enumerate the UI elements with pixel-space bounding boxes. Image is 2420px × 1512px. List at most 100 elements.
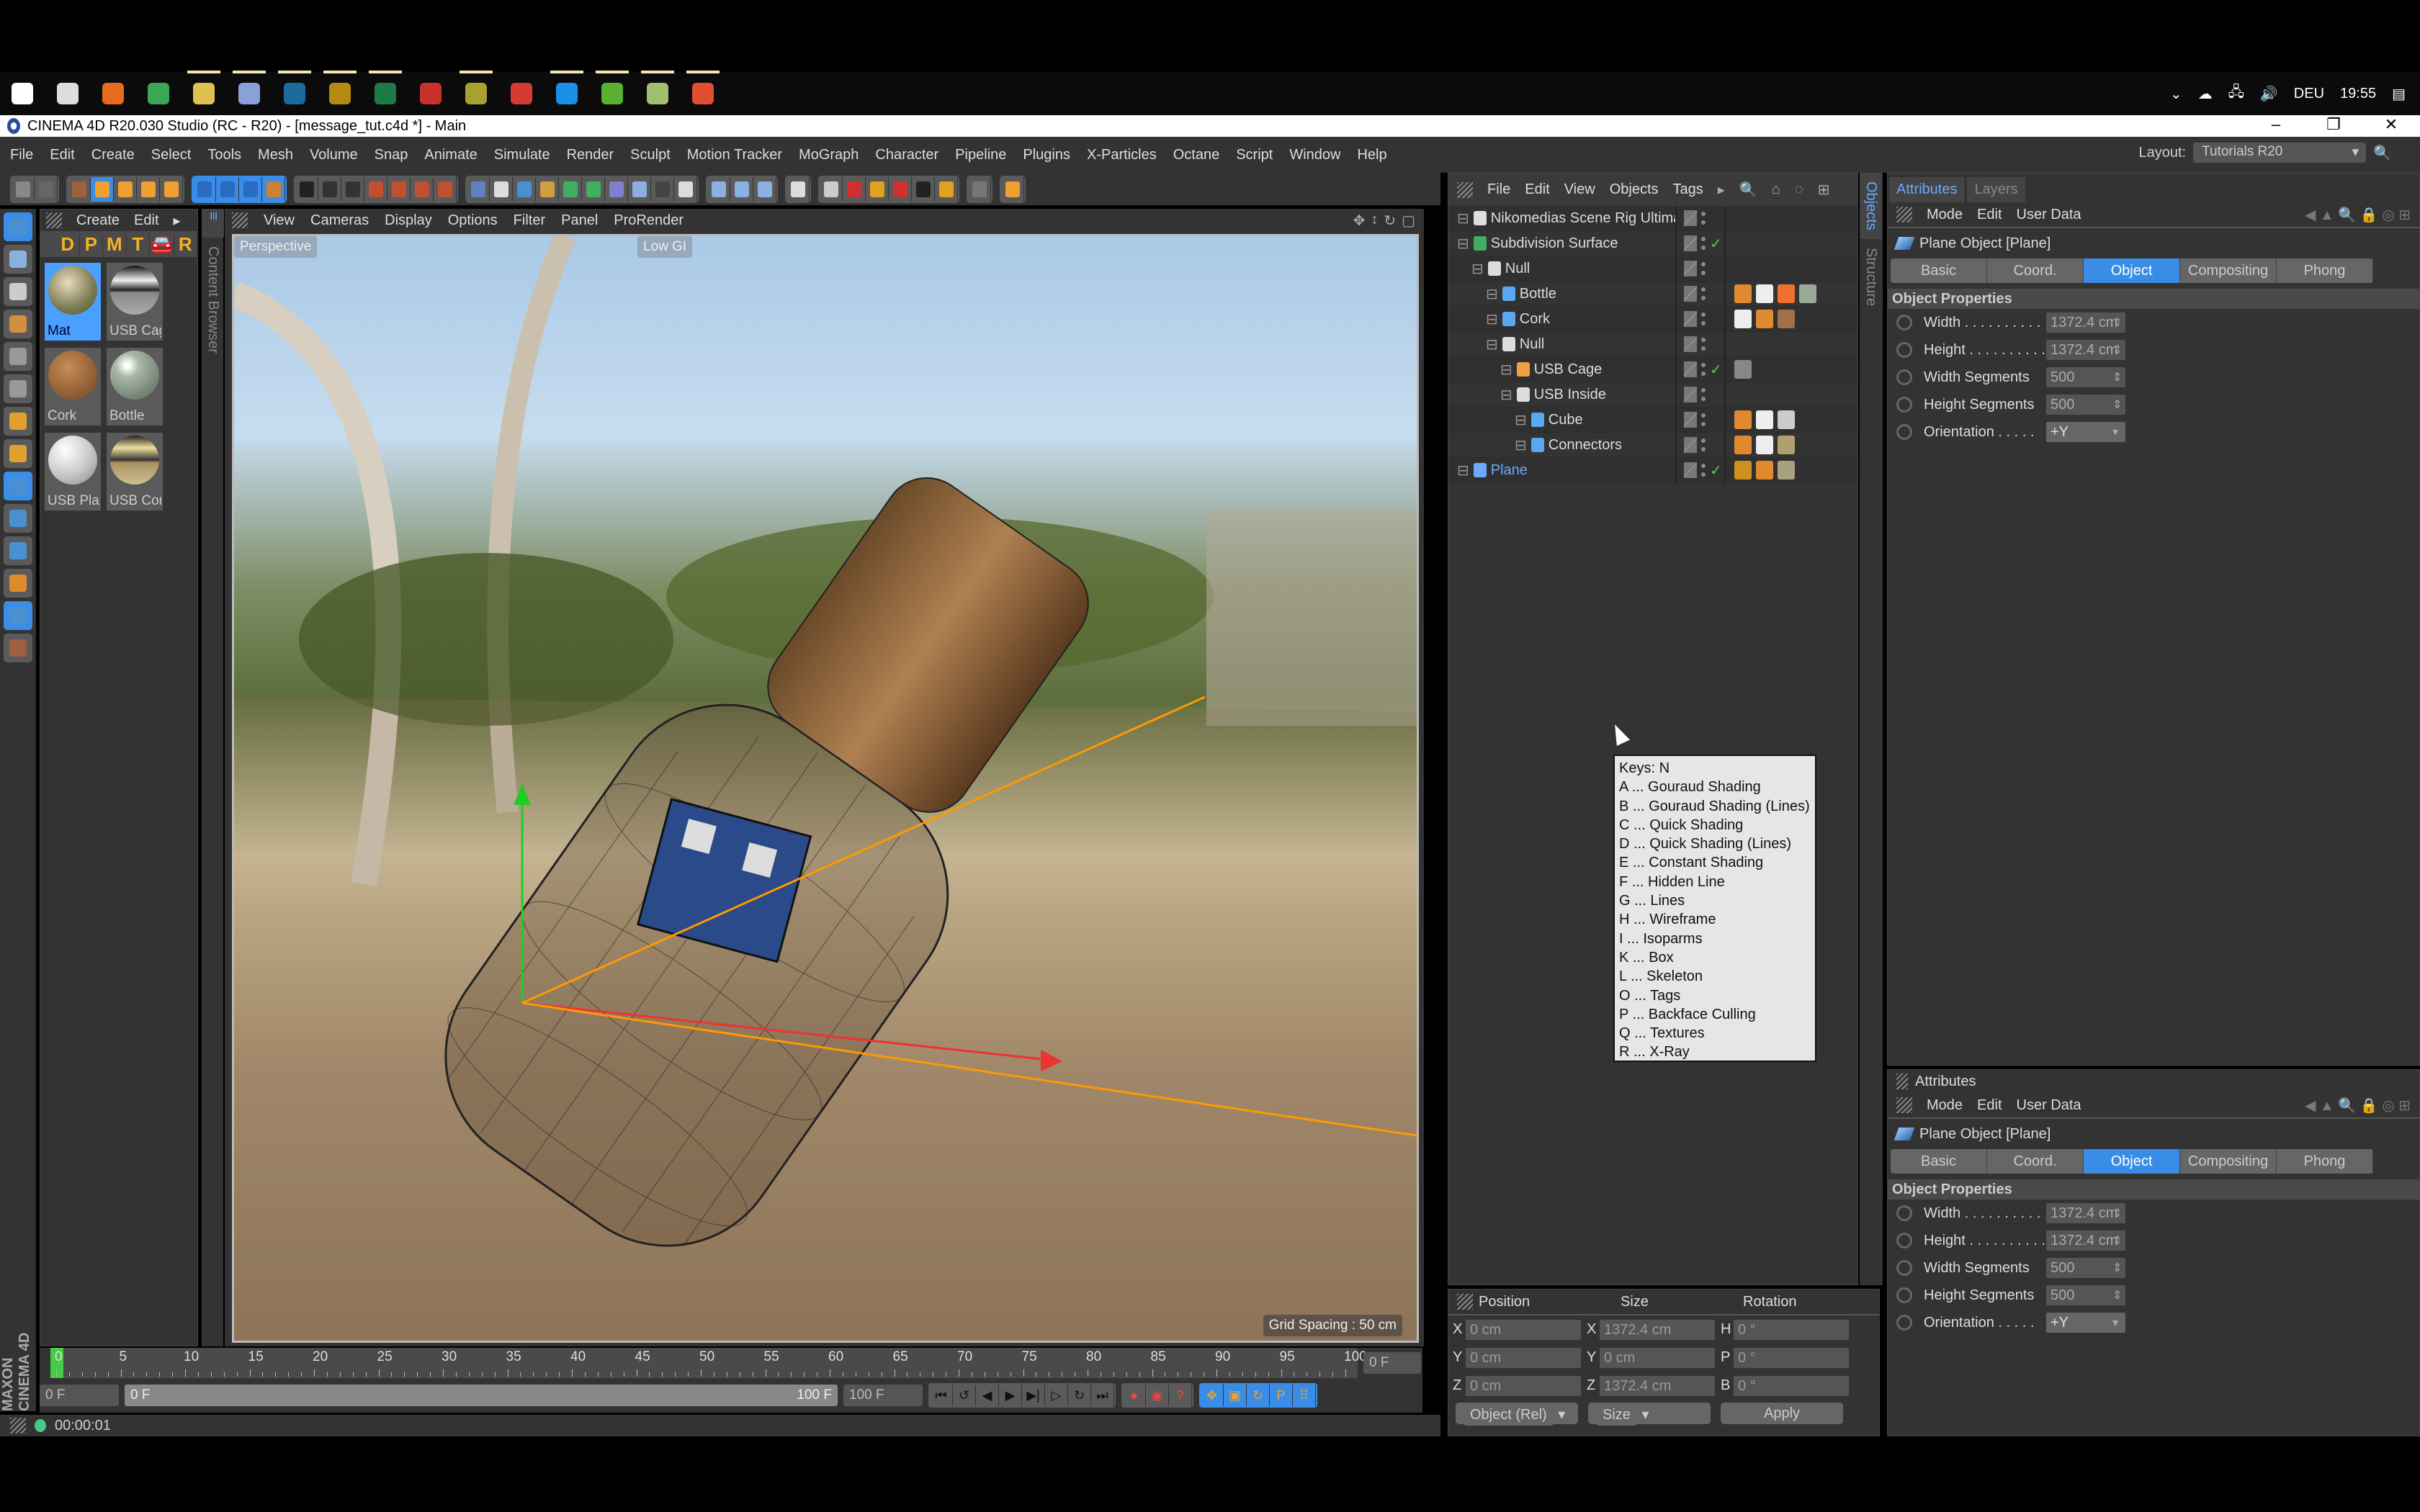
- vivaldi-icon[interactable]: [511, 83, 532, 104]
- transport-button-0[interactable]: ⏮: [930, 1385, 953, 1406]
- object-menu-objects[interactable]: Objects: [1610, 181, 1659, 198]
- material-tool-2[interactable]: M: [103, 233, 127, 256]
- cortana-search-icon[interactable]: [57, 83, 79, 104]
- frame-range-slider[interactable]: 0 F 100 F: [125, 1385, 838, 1406]
- display-tag-icon[interactable]: [1734, 461, 1752, 480]
- material-menu-edit[interactable]: Edit: [134, 212, 158, 229]
- render-region-button[interactable]: [295, 176, 318, 202]
- viewport-menu-display[interactable]: Display: [385, 212, 432, 229]
- workplane-lock-button[interactable]: [4, 601, 32, 630]
- render-to-picture-viewer-button[interactable]: [364, 176, 387, 202]
- stepper-arrows-icon[interactable]: ⇕: [2112, 397, 2122, 412]
- content-browser-label[interactable]: Content Browser: [202, 238, 224, 362]
- selection-tag-icon[interactable]: [1778, 284, 1795, 303]
- 3d-viewport[interactable]: Perspective Low GI Grid Spacing : 50 cm: [232, 234, 1419, 1343]
- layer-toggle-icon[interactable]: [1684, 261, 1697, 276]
- visibility-dots-icon[interactable]: [1701, 462, 1706, 478]
- chevron-down-icon[interactable]: ▾: [2112, 1315, 2118, 1330]
- tree-expand-icon[interactable]: ⊟: [1500, 361, 1512, 379]
- visibility-dots-icon[interactable]: [1701, 286, 1706, 302]
- excel-icon[interactable]: [369, 71, 402, 104]
- search-icon[interactable]: 🔍: [1739, 181, 1757, 199]
- viewport-menu-filter[interactable]: Filter: [514, 212, 545, 229]
- object-row[interactable]: ⊟ Subdivision Surface ✓: [1448, 230, 1857, 256]
- premiere-icon[interactable]: [323, 71, 357, 104]
- scale-button[interactable]: [114, 176, 137, 202]
- material-tool-1[interactable]: P: [80, 233, 104, 256]
- minimize-button[interactable]: –: [2247, 115, 2305, 134]
- new-view-icon[interactable]: ⊞: [1818, 181, 1830, 199]
- transport-button-4[interactable]: ▶|: [1022, 1385, 1045, 1406]
- clock[interactable]: 19:55: [2340, 86, 2376, 102]
- transport-button-1[interactable]: ↺: [953, 1385, 976, 1406]
- redo-button[interactable]: [35, 176, 58, 202]
- attributes-menu-user-data[interactable]: User Data: [2017, 207, 2081, 223]
- attributes-menu-edit[interactable]: Edit: [1977, 207, 2002, 223]
- visibility-dots-icon[interactable]: [1701, 336, 1706, 352]
- octane-download-button[interactable]: [935, 176, 958, 202]
- layer-toggle-icon[interactable]: [1684, 462, 1697, 478]
- make-editable-button[interactable]: [4, 212, 32, 241]
- animate-radio-icon[interactable]: [1896, 1287, 1912, 1303]
- attributes-menu-mode[interactable]: Mode: [1927, 207, 1963, 223]
- cinema4d-icon[interactable]: [233, 71, 266, 104]
- tab-coord[interactable]: Coord.: [1987, 258, 2084, 283]
- layer-toggle-icon[interactable]: [1684, 286, 1697, 302]
- home-icon[interactable]: ⌂: [1772, 181, 1780, 198]
- menu-help[interactable]: Help: [1357, 147, 1386, 163]
- x-axis-button[interactable]: [193, 176, 216, 202]
- timeline-ruler[interactable]: 0 5 10 15 20 25 30 35 40 45 50 55 60 65 70 75 80 85 90 95 10…: [50, 1348, 1367, 1378]
- points-mode-button[interactable]: [707, 176, 730, 202]
- volume-icon[interactable]: 🔊: [2260, 85, 2278, 103]
- record-button-1[interactable]: ◉: [1146, 1385, 1169, 1406]
- tree-expand-icon[interactable]: ⊟: [1486, 310, 1498, 328]
- polygons-mode-button[interactable]: [753, 176, 776, 202]
- layer-toggle-icon[interactable]: [1684, 387, 1697, 402]
- object-menu-tags[interactable]: Tags: [1673, 181, 1703, 198]
- restore-button[interactable]: ❐: [2305, 115, 2362, 134]
- material-menu-create[interactable]: Create: [76, 212, 120, 229]
- visibility-dots-icon[interactable]: [1701, 210, 1706, 226]
- octane-settings-button[interactable]: [866, 176, 889, 202]
- layer-toggle-icon[interactable]: [1684, 361, 1697, 377]
- sculpt-brush-button[interactable]: [4, 569, 32, 598]
- acrobat-icon[interactable]: [420, 83, 442, 104]
- maximize-view-icon[interactable]: ▢: [1402, 212, 1415, 230]
- material-tool-4[interactable]: 🚘: [150, 233, 174, 256]
- onedrive-icon[interactable]: ☁: [2198, 85, 2213, 103]
- menu-create[interactable]: Create: [91, 147, 135, 163]
- layer-toggle-icon[interactable]: [1684, 336, 1697, 352]
- menu-animate[interactable]: Animate: [424, 147, 477, 163]
- menu-mograph[interactable]: MoGraph: [799, 147, 859, 163]
- interactive-render-button[interactable]: [387, 176, 411, 202]
- coordinate-mode-dropdown[interactable]: Object (Rel) ▾: [1456, 1403, 1578, 1426]
- viewport-menu-prorender[interactable]: ProRender: [614, 212, 684, 229]
- stepper-arrows-icon[interactable]: ⇕: [2112, 1288, 2122, 1302]
- material-tag-connector-icon[interactable]: [1778, 436, 1795, 454]
- app-c-icon[interactable]: [686, 71, 720, 104]
- stepper-arrows-icon[interactable]: ⇕: [2112, 1261, 2122, 1275]
- tree-expand-icon[interactable]: ⊟: [1457, 462, 1469, 480]
- move-button[interactable]: [91, 176, 114, 202]
- language-indicator[interactable]: DEU: [2294, 86, 2324, 102]
- object-menu-edit[interactable]: Edit: [1525, 181, 1549, 198]
- object-row[interactable]: ⊟ USB Cage ✓: [1448, 356, 1857, 382]
- octane-stop-button[interactable]: [843, 176, 866, 202]
- tree-expand-icon[interactable]: ⊟: [1486, 285, 1498, 303]
- polygons-button[interactable]: [4, 407, 32, 436]
- stepper-arrows-icon[interactable]: ⇕: [2112, 370, 2122, 384]
- object-row[interactable]: ⊟ Bottle: [1448, 281, 1857, 307]
- octane-pen-button[interactable]: [912, 176, 935, 202]
- tab-object[interactable]: Object: [2084, 258, 2180, 283]
- tree-expand-icon[interactable]: ⊟: [1471, 260, 1484, 278]
- grip-icon[interactable]: [1457, 181, 1473, 198]
- visibility-dots-icon[interactable]: [1701, 387, 1706, 402]
- material-tag-mat-icon[interactable]: [1778, 461, 1795, 480]
- menu-window[interactable]: Window: [1289, 147, 1340, 163]
- viewport-menu-panel[interactable]: Panel: [561, 212, 598, 229]
- key-button-3[interactable]: P: [1270, 1385, 1293, 1406]
- rotation-field[interactable]: 0 °: [1734, 1375, 1849, 1396]
- material-swatch[interactable]: Cork: [45, 348, 101, 426]
- network-icon[interactable]: 🖧: [2228, 81, 2244, 106]
- tree-expand-icon[interactable]: ⊟: [1500, 386, 1512, 404]
